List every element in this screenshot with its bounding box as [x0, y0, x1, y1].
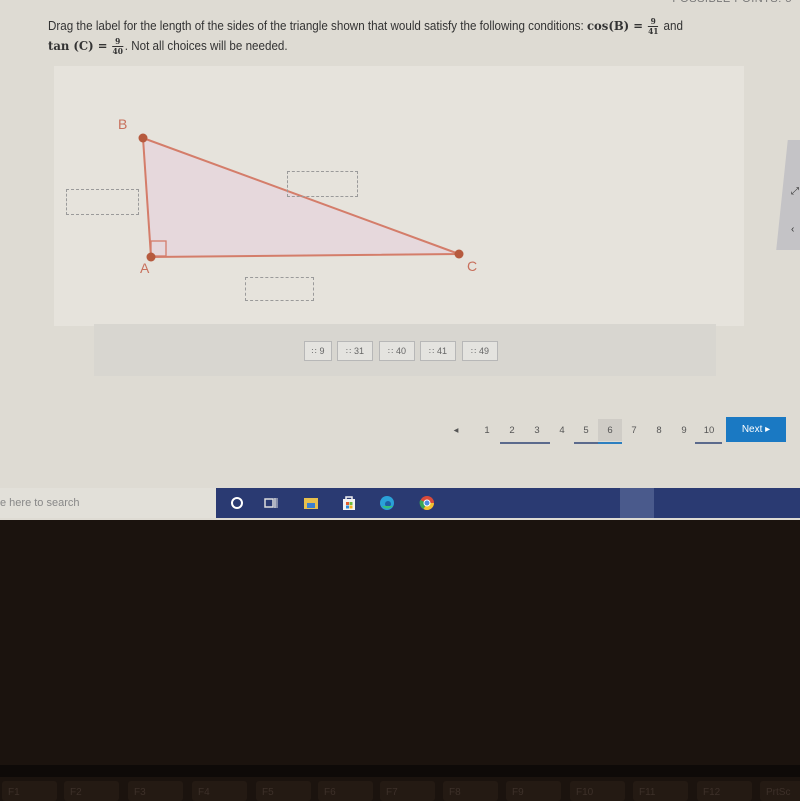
laptop-keyboard: [0, 520, 800, 800]
task-view-icon[interactable]: [262, 494, 280, 512]
page-7[interactable]: 7: [622, 419, 646, 441]
edge-icon[interactable]: [378, 494, 396, 512]
expand-icon[interactable]: ⤢: [791, 186, 799, 197]
choice-label: 41: [437, 346, 448, 356]
dropzone-side-ab[interactable]: [66, 189, 139, 215]
taskbar: [216, 488, 800, 518]
key-f7: F7: [380, 781, 435, 801]
answered-indicator: [574, 442, 598, 444]
key-f9: F9: [506, 781, 561, 801]
choice-chip[interactable]: ∷ 41: [420, 341, 456, 361]
key-f4: F4: [192, 781, 247, 801]
vertex-c-label: C: [467, 258, 478, 274]
browser-screen: POSSIBLE POINTS: 5 Drag the label for th…: [0, 0, 800, 520]
key-f3: F3: [128, 781, 183, 801]
key-f6: F6: [318, 781, 373, 801]
page-9[interactable]: 9: [672, 419, 696, 441]
choice-chip[interactable]: ∷ 31: [337, 341, 373, 361]
current-page-indicator: [598, 442, 622, 444]
key-f12: F12: [697, 781, 752, 801]
page-6[interactable]: 6: [598, 419, 622, 441]
drag-handle-icon: ∷: [470, 346, 476, 356]
store-icon[interactable]: [340, 494, 358, 512]
choice-chip[interactable]: ∷ 9: [304, 341, 332, 361]
page-10[interactable]: 10: [697, 419, 721, 441]
cortana-icon[interactable]: [228, 494, 246, 512]
collapse-chevron-icon[interactable]: ‹: [791, 224, 794, 235]
choice-label: 49: [479, 346, 490, 356]
choice-label: 9: [319, 346, 325, 356]
choice-chip[interactable]: ∷ 49: [462, 341, 498, 361]
key-f5: F5: [256, 781, 311, 801]
page-8[interactable]: 8: [647, 419, 671, 441]
key-f8: F8: [443, 781, 498, 801]
key-f11: F11: [633, 781, 688, 801]
drag-handle-icon: ∷: [311, 346, 316, 356]
answered-indicator: [500, 442, 550, 444]
vertex-a-label: A: [140, 260, 150, 276]
choice-label: 31: [354, 346, 365, 356]
triangle-shape: [141, 136, 460, 259]
page-3[interactable]: 3: [525, 419, 549, 441]
page-5[interactable]: 5: [574, 419, 598, 441]
drag-handle-icon: ∷: [387, 346, 393, 356]
vertex-b-label: B: [118, 116, 128, 132]
key-prtsc: PrtSc: [760, 781, 800, 801]
page-1[interactable]: 1: [475, 419, 499, 441]
triangle-figure: [138, 133, 464, 262]
key-f2: F2: [64, 781, 119, 801]
next-button[interactable]: Next ▸: [726, 417, 786, 442]
drag-handle-icon: ∷: [345, 346, 351, 356]
dropzone-side-bc[interactable]: [287, 171, 358, 197]
vertex-c-point[interactable]: [454, 249, 464, 259]
key-f10: F10: [570, 781, 625, 801]
chrome-icon[interactable]: [418, 494, 436, 512]
key-f1: F1: [2, 781, 57, 801]
dropzone-side-ac[interactable]: [245, 277, 314, 301]
vertex-b-point[interactable]: [138, 133, 148, 143]
active-app-highlight: [620, 488, 654, 518]
page-4[interactable]: 4: [550, 419, 574, 441]
search-placeholder: e here to search: [0, 497, 80, 509]
prev-page-button[interactable]: ◂: [444, 419, 468, 441]
choice-chip[interactable]: ∷ 40: [379, 341, 415, 361]
keyboard-hinge: [0, 765, 800, 777]
file-explorer-icon[interactable]: [302, 494, 320, 512]
taskbar-search-box[interactable]: e here to search: [0, 488, 216, 518]
page-2[interactable]: 2: [500, 419, 524, 441]
answered-indicator: [695, 442, 722, 444]
drag-handle-icon: ∷: [428, 346, 434, 356]
choice-label: 40: [396, 346, 407, 356]
